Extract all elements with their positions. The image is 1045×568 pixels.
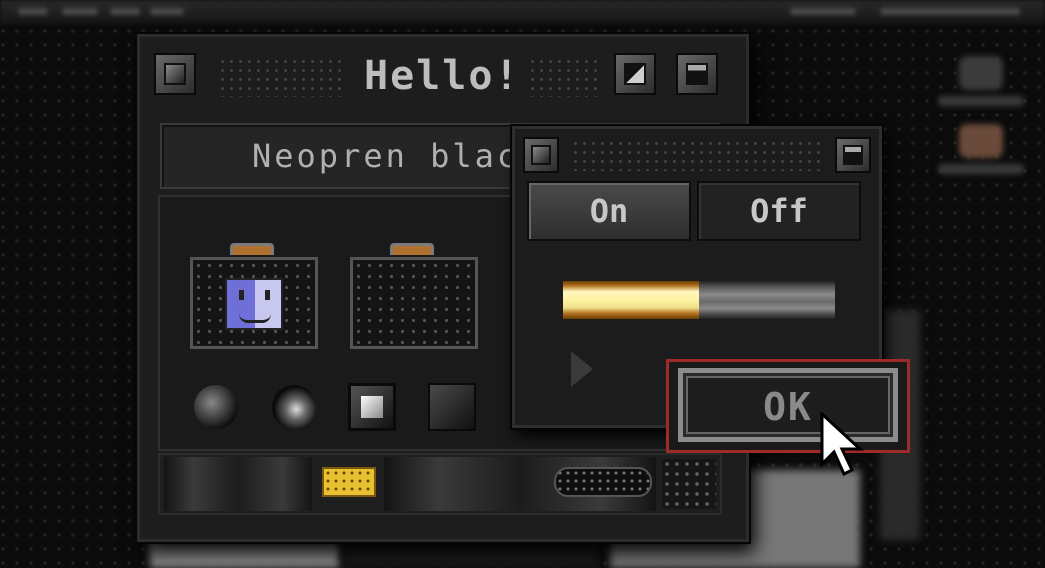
close-box-icon[interactable] (523, 137, 559, 173)
collapse-box-icon[interactable] (676, 53, 718, 95)
title-bar[interactable]: Hello! (140, 37, 746, 117)
finder-briefcase-icon[interactable] (190, 243, 318, 349)
title-bar-grip (528, 57, 602, 97)
desktop-icon[interactable] (935, 56, 1027, 106)
disclosure-triangle-icon[interactable] (571, 351, 593, 387)
control-strip (158, 453, 722, 515)
window-title: Hello! (364, 53, 521, 99)
speaker-grille-icon (662, 459, 716, 509)
theme-name-value: Neopren black (252, 137, 542, 175)
on-button[interactable]: On (527, 181, 691, 241)
menu-bar (0, 0, 1045, 24)
progress-bar (563, 281, 835, 319)
port-icon (554, 467, 652, 497)
title-bar-grip (218, 57, 346, 97)
collapse-box-icon[interactable] (835, 137, 871, 173)
close-box-icon[interactable] (154, 53, 196, 95)
title-bar-grip (571, 139, 825, 171)
zoom-box-icon[interactable] (614, 53, 656, 95)
arrow-cursor-icon (820, 412, 864, 477)
off-button[interactable]: Off (697, 181, 861, 241)
progress-remaining (699, 281, 835, 319)
progress-fill (563, 281, 699, 319)
radio-on-icon[interactable] (272, 385, 316, 429)
yellow-chip-icon[interactable] (322, 467, 376, 497)
briefcase-icon[interactable] (350, 243, 478, 349)
finder-face-icon (225, 278, 283, 330)
desktop-icon[interactable] (935, 124, 1027, 174)
checkbox-on-icon[interactable] (348, 383, 396, 431)
strip-segment[interactable] (164, 457, 312, 511)
radio-off-icon[interactable] (194, 385, 238, 429)
checkbox-off-icon[interactable] (428, 383, 476, 431)
